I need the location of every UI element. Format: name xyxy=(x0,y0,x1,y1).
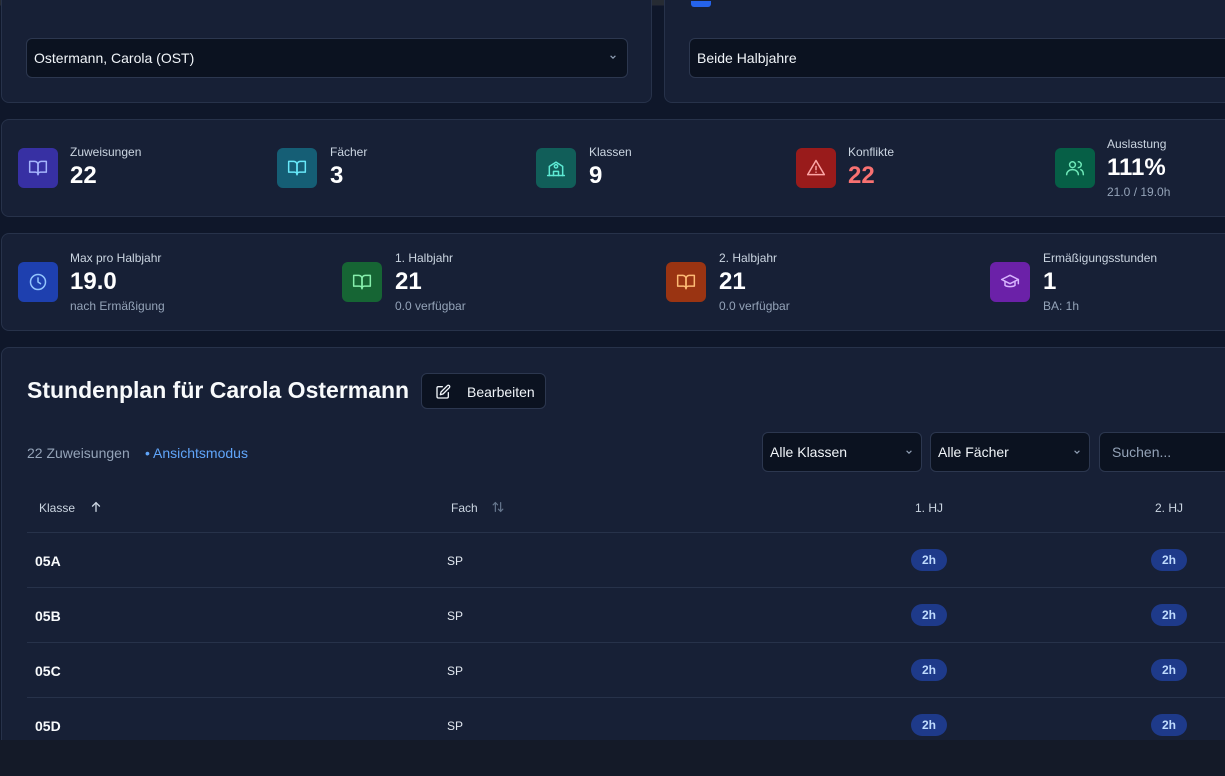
graduation-cap-icon xyxy=(990,262,1030,302)
class-filter-select[interactable]: Alle Klassen xyxy=(762,432,922,472)
calendar-icon xyxy=(691,1,711,7)
view-mode-indicator: • Ansichtsmodus xyxy=(145,445,248,461)
column-header-fach[interactable]: Fach xyxy=(451,501,478,515)
cell-fach: SP xyxy=(447,609,464,623)
stat-zuweisungen: Zuweisungen 22 xyxy=(2,120,260,216)
school-icon xyxy=(536,148,576,188)
stat-faecher: Fächer 3 xyxy=(261,120,519,216)
teacher-select[interactable]: Ostermann, Carola (OST) xyxy=(26,38,628,78)
stat-konflikte: Konflikte 22 xyxy=(780,120,1038,216)
table-row[interactable]: 05A SP 2h 2h xyxy=(27,533,1225,588)
cell-fach: SP xyxy=(447,554,464,568)
stat-label: Fächer xyxy=(330,145,368,159)
clock-icon xyxy=(18,262,58,302)
stat-label: 1. Halbjahr xyxy=(395,251,454,265)
stat-label: 2. Halbjahr xyxy=(719,251,778,265)
stat-value: 19.0 xyxy=(70,268,117,295)
stat-value: 1 xyxy=(1043,268,1057,295)
stat-value: 111% xyxy=(1107,154,1166,181)
chevron-down-icon xyxy=(906,450,912,454)
edit-icon xyxy=(436,384,451,399)
term-select-card: Beide Halbjahre xyxy=(664,0,1225,103)
stat-label: Zuweisungen xyxy=(70,145,142,159)
hours-badge-hj1: 2h xyxy=(911,659,947,681)
stat-sub: 0.0 verfügbar xyxy=(719,299,790,313)
stat-sub: 0.0 verfügbar xyxy=(395,299,466,313)
stat-label: Max pro Halbjahr xyxy=(70,251,162,265)
stat-value: 9 xyxy=(589,162,603,189)
page-title: Stundenplan für Carola Ostermann xyxy=(27,377,410,403)
hours-badge-hj2: 2h xyxy=(1151,549,1187,571)
arrow-up-icon[interactable] xyxy=(89,500,103,514)
stats-row-1: Zuweisungen 22 Fächer 3 Klassen 9 Konfli… xyxy=(1,119,1225,217)
stat-halbjahr-2: 2. Halbjahr 21 0.0 verfügbar xyxy=(650,234,973,330)
assignment-count: 22 Zuweisungen xyxy=(27,445,130,461)
alert-triangle-icon xyxy=(796,148,836,188)
hours-badge-hj2: 2h xyxy=(1151,714,1187,736)
edit-button-label: Bearbeiten xyxy=(467,384,535,400)
column-header-hj2: 2. HJ xyxy=(1155,501,1184,515)
teacher-select-card: Ostermann, Carola (OST) xyxy=(1,0,652,103)
stat-sub: BA: 1h xyxy=(1043,299,1080,313)
hours-badge-hj1: 2h xyxy=(911,604,947,626)
subject-filter-select[interactable]: Alle Fächer xyxy=(930,432,1090,472)
stat-label: Auslastung xyxy=(1107,137,1167,151)
hours-badge-hj1: 2h xyxy=(911,549,947,571)
term-select[interactable]: Beide Halbjahre xyxy=(689,38,1225,78)
cell-klasse: 05C xyxy=(35,663,61,679)
book-open-icon xyxy=(277,148,317,188)
stat-label: Ermäßigungsstunden xyxy=(1043,251,1158,265)
stat-label: Konflikte xyxy=(848,145,895,159)
class-filter-value: Alle Klassen xyxy=(770,444,848,460)
stat-value: 21 xyxy=(395,268,422,295)
hours-badge-hj2: 2h xyxy=(1151,604,1187,626)
cell-fach: SP xyxy=(447,664,464,678)
stat-sub: 21.0 / 19.0h xyxy=(1107,185,1171,199)
hours-badge-hj2: 2h xyxy=(1151,659,1187,681)
book-open-icon xyxy=(666,262,706,302)
table-row[interactable]: 05C SP 2h 2h xyxy=(27,643,1225,698)
stat-value: 3 xyxy=(330,162,344,189)
subject-filter-value: Alle Fächer xyxy=(938,444,1009,460)
column-header-klasse[interactable]: Klasse xyxy=(39,501,75,515)
sort-arrows-icon[interactable] xyxy=(491,500,505,514)
window-bottom-bar xyxy=(0,740,1225,776)
stat-value: 22 xyxy=(70,162,97,189)
chevron-down-icon xyxy=(610,55,616,59)
stat-halbjahr-1: 1. Halbjahr 21 0.0 verfügbar xyxy=(326,234,649,330)
stat-sub: nach Ermäßigung xyxy=(70,299,165,313)
table-row[interactable]: 05B SP 2h 2h xyxy=(27,588,1225,643)
search-input[interactable] xyxy=(1099,432,1225,472)
users-icon xyxy=(1055,148,1095,188)
cell-fach: SP xyxy=(447,719,464,733)
edit-button[interactable]: Bearbeiten xyxy=(421,373,546,409)
chevron-down-icon xyxy=(1074,450,1080,454)
stats-row-2: Max pro Halbjahr 19.0 nach Ermäßigung 1.… xyxy=(1,233,1225,331)
teacher-select-value: Ostermann, Carola (OST) xyxy=(34,50,195,66)
stat-max-pro-halbjahr: Max pro Halbjahr 19.0 nach Ermäßigung xyxy=(2,234,325,330)
stat-auslastung: Auslastung 111% 21.0 / 19.0h xyxy=(1039,120,1225,216)
book-open-icon xyxy=(342,262,382,302)
column-header-hj1: 1. HJ xyxy=(915,501,944,515)
stat-ermaessigungsstunden: Ermäßigungsstunden 1 BA: 1h xyxy=(974,234,1225,330)
timetable-card: Stundenplan für Carola Ostermann Bearbei… xyxy=(1,347,1225,767)
cell-klasse: 05B xyxy=(35,608,61,624)
stat-klassen: Klassen 9 xyxy=(520,120,778,216)
stat-label: Klassen xyxy=(589,145,632,159)
stat-value: 21 xyxy=(719,268,746,295)
book-open-icon xyxy=(18,148,58,188)
cell-klasse: 05D xyxy=(35,718,61,734)
cell-klasse: 05A xyxy=(35,553,61,569)
stat-value: 22 xyxy=(848,162,875,189)
hours-badge-hj1: 2h xyxy=(911,714,947,736)
term-select-value: Beide Halbjahre xyxy=(697,50,797,66)
